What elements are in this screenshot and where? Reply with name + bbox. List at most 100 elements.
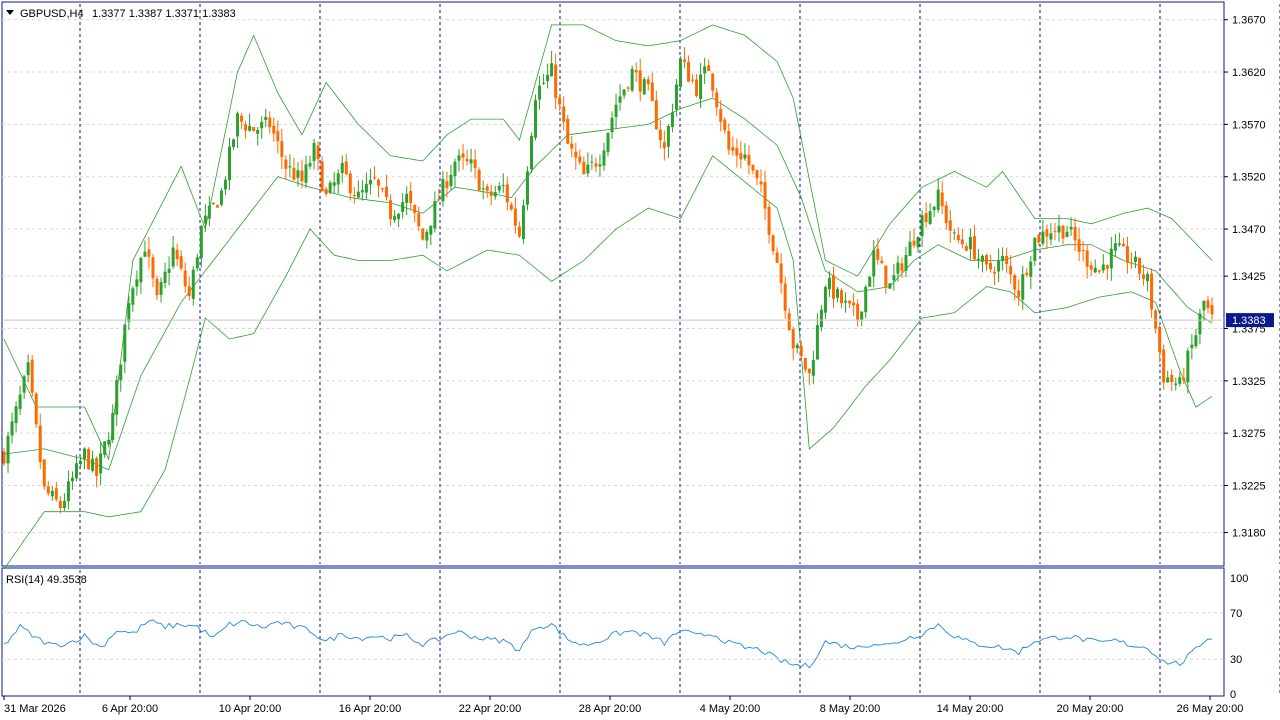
candle-body (968, 236, 972, 250)
candle-body (272, 125, 276, 134)
candle-body (964, 246, 968, 251)
candle-body (344, 161, 348, 175)
candle-body (413, 205, 417, 213)
candle-body (1190, 344, 1194, 349)
candle-body (401, 202, 405, 212)
current-price-label: 1.3383 (1232, 315, 1266, 327)
candle-body (739, 152, 743, 160)
candle-body (707, 65, 711, 72)
candle-body (687, 61, 691, 82)
rsi-axis: 100 70 30 0 (2, 573, 1248, 701)
price-tick-label: 1.3275 (1232, 428, 1266, 440)
candle-body (1174, 383, 1178, 385)
price-tick-label: 1.3425 (1232, 271, 1266, 283)
time-axis[interactable]: 31 Mar 2026 6 Apr 20:00 10 Apr 20:00 16 Apr… (3, 696, 1280, 715)
candle-body (421, 228, 425, 240)
candle-body (1138, 257, 1142, 274)
candle-body (554, 64, 558, 98)
candle-body (1049, 233, 1053, 240)
time-tick-label: 28 Apr 20:00 (579, 703, 641, 715)
candle-body (678, 58, 682, 87)
candle-body (405, 193, 409, 203)
candle-body (223, 179, 227, 190)
candle-body (1129, 262, 1133, 264)
candle-body (131, 288, 135, 305)
candle-body (42, 459, 46, 487)
candle-body (151, 257, 155, 279)
candle-body (936, 189, 940, 210)
time-tick-label: 6 Apr 20:00 (102, 703, 158, 715)
candle-body (775, 252, 779, 263)
candlesticks[interactable] (2, 47, 1214, 514)
candle-body (755, 170, 759, 179)
candle-body (614, 104, 618, 118)
candle-body (916, 236, 920, 248)
candle-body (715, 92, 719, 108)
candle-body (795, 344, 799, 349)
candle-body (980, 255, 984, 262)
candle-body (1146, 274, 1150, 282)
time-tick-label: 20 May 20:00 (1057, 703, 1124, 715)
rsi-tick-label: 100 (1230, 573, 1248, 585)
candle-body (908, 241, 912, 256)
collapse-triangle-icon[interactable] (6, 10, 14, 15)
candle-body (562, 106, 566, 122)
candle-body (711, 73, 715, 91)
candle-body (1105, 265, 1109, 269)
candle-body (167, 268, 171, 273)
candle-body (1033, 237, 1037, 261)
candle-body (62, 500, 66, 509)
price-tick-label: 1.3520 (1232, 172, 1266, 184)
candle-body (340, 162, 344, 173)
candle-body (433, 201, 437, 229)
candle-body (811, 359, 815, 376)
candle-body (864, 286, 868, 313)
candle-body (6, 435, 10, 464)
candle-body (1101, 264, 1105, 271)
candle-body (1001, 255, 1005, 262)
candle-body (87, 449, 91, 470)
candle-body (888, 283, 892, 289)
price-chart[interactable]: 1.3670 1.3620 1.3570 1.3520 1.3470 1.3425 1.33… (0, 0, 1280, 720)
candle-body (163, 271, 167, 283)
candle-body (316, 145, 320, 160)
candle-body (831, 275, 835, 299)
candle-body (844, 300, 848, 303)
candle-body (626, 87, 630, 89)
candle-body (997, 260, 1001, 272)
candle-body (860, 311, 864, 320)
candle-body (171, 247, 175, 267)
candle-body (461, 153, 465, 158)
candle-body (815, 325, 819, 360)
candle-body (920, 215, 924, 237)
candle-body (952, 232, 956, 234)
candle-body (280, 141, 284, 157)
candle-body (546, 74, 550, 82)
candle-body (1162, 349, 1166, 383)
candle-body (912, 240, 916, 246)
candle-body (658, 129, 662, 141)
candle-body (787, 313, 791, 331)
candle-body (203, 215, 207, 224)
candle-body (884, 265, 888, 287)
time-tick-label: 16 Apr 20:00 (339, 703, 401, 715)
candle-body (449, 174, 453, 186)
candle-body (364, 184, 368, 193)
candle-body (534, 100, 538, 138)
time-tick-label: 22 Apr 20:00 (459, 703, 521, 715)
candle-body (924, 213, 928, 223)
candle-body (602, 150, 606, 166)
candle-body (465, 158, 469, 162)
candle-body (119, 364, 123, 381)
candle-body (260, 121, 264, 129)
candle-body (670, 112, 674, 128)
candle-body (70, 477, 74, 482)
candle-body (932, 206, 936, 211)
candle-body (618, 96, 622, 103)
price-axis[interactable]: 1.3670 1.3620 1.3570 1.3520 1.3470 1.3425 1.33… (1224, 15, 1266, 540)
candle-body (827, 277, 831, 290)
candle-body (1009, 266, 1013, 275)
candle-body (783, 283, 787, 311)
candle-body (574, 151, 578, 158)
time-tick-label: 8 May 20:00 (820, 703, 881, 715)
